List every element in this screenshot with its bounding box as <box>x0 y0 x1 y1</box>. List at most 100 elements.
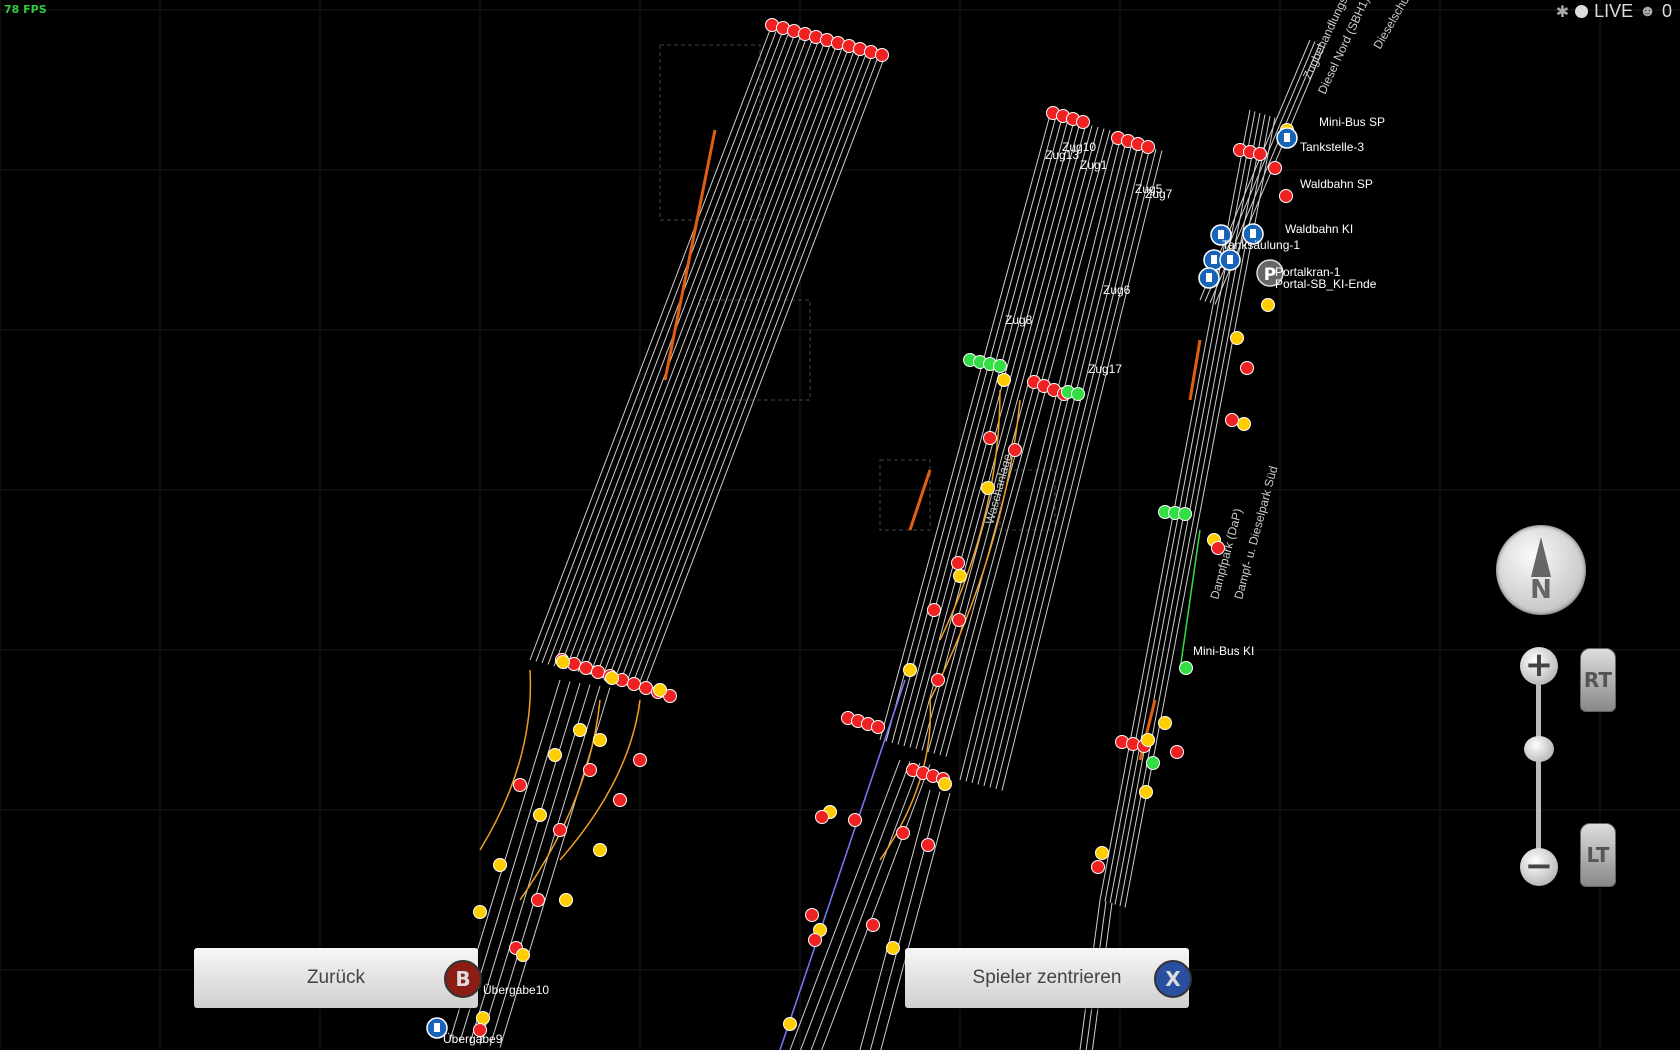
signal-light <box>516 948 530 962</box>
map-label: Zug1 <box>1080 158 1108 172</box>
track <box>553 35 795 667</box>
track <box>927 126 1099 753</box>
signal-light <box>1141 140 1155 154</box>
location-pin-glyph <box>1250 229 1256 238</box>
lt-trigger-icon: LT <box>1580 823 1616 887</box>
location-pin-glyph <box>1206 273 1212 282</box>
track <box>959 139 1121 781</box>
player-count: 0 <box>1661 1 1672 21</box>
x-key-icon: X <box>1154 960 1192 998</box>
rail-map[interactable]: PMini-Bus SPTankstelle-3Waldbahn SPWaldb… <box>0 0 1680 1050</box>
signal-light <box>627 677 641 691</box>
signal-light <box>1225 413 1239 427</box>
map-label: Portal-SB_KI-Ende <box>1275 277 1377 291</box>
track <box>613 50 855 682</box>
map-label: Zug13 <box>1045 148 1079 162</box>
signal-light <box>866 918 880 932</box>
signal-light <box>1146 756 1160 770</box>
route-curve <box>559 699 641 861</box>
signal-light <box>921 838 935 852</box>
back-button-label: Zurück <box>306 967 366 988</box>
signal-light <box>1158 716 1172 730</box>
signal-light <box>1279 189 1293 203</box>
compass-letter: N <box>1530 575 1552 605</box>
signal-light <box>931 673 945 687</box>
track <box>995 148 1157 790</box>
signal-light <box>815 810 829 824</box>
signal-light <box>1139 785 1153 799</box>
signal-light <box>1076 115 1090 129</box>
signal-light <box>993 359 1007 373</box>
signal-light <box>559 893 573 907</box>
zoom-slider-handle[interactable] <box>1524 736 1554 762</box>
signal-light <box>1178 507 1192 521</box>
map-label: Zug6 <box>1103 283 1131 297</box>
track <box>891 117 1063 744</box>
signal-light <box>927 603 941 617</box>
wagon-block <box>659 44 761 221</box>
signal-light <box>896 826 910 840</box>
map-label: Waldbahn SP <box>1300 177 1373 191</box>
map-label: Zug17 <box>1088 362 1122 376</box>
track <box>880 792 951 1050</box>
zoom-in-button[interactable]: + <box>1520 647 1558 685</box>
location-pin-glyph <box>1284 133 1290 142</box>
location-pin-glyph <box>1211 255 1217 264</box>
signal-light <box>871 720 885 734</box>
track <box>559 37 801 668</box>
zoom-out-button[interactable]: − <box>1520 848 1558 886</box>
signal-light <box>805 908 819 922</box>
signal-light <box>1237 417 1251 431</box>
track <box>589 44 831 676</box>
map-label: Übergabe10 <box>483 983 549 997</box>
track <box>529 29 771 661</box>
track <box>800 761 911 1050</box>
track <box>921 125 1093 751</box>
signal-light <box>1240 361 1254 375</box>
map-label: Tanksäulung-1 <box>1222 238 1300 252</box>
signal-light <box>591 665 605 679</box>
route-segment <box>908 469 932 531</box>
signal-light <box>808 933 822 947</box>
signal-light <box>553 823 567 837</box>
signal-light <box>653 683 667 697</box>
route-segment <box>1188 339 1202 401</box>
signal-light <box>573 723 587 737</box>
zoom-slider-track[interactable] <box>1536 670 1541 870</box>
track <box>915 123 1087 750</box>
compass[interactable]: N <box>1496 525 1586 615</box>
back-button[interactable]: Zurück B <box>194 948 482 1008</box>
map-label: Mini-Bus SP <box>1319 115 1385 129</box>
track <box>789 759 901 1050</box>
signal-light <box>593 843 607 857</box>
track <box>643 58 885 689</box>
location-pin-glyph <box>1227 255 1233 264</box>
wagon-block <box>699 299 811 401</box>
map-label: Waldbahn KI <box>1285 222 1353 236</box>
map-label-rotated: Dieselschuppen-1 <box>1370 0 1430 52</box>
compass-needle-icon <box>1531 537 1551 577</box>
track <box>619 52 861 683</box>
signal-light <box>1261 298 1275 312</box>
players-icon: ☻ <box>1639 2 1656 20</box>
signal-light <box>579 661 593 675</box>
map-label: Zug7 <box>1145 187 1173 201</box>
track <box>1001 150 1163 791</box>
signal-light <box>783 1017 797 1031</box>
center-player-button[interactable]: Spieler zentrieren X <box>905 948 1192 1008</box>
track <box>971 142 1133 784</box>
signal-light <box>1141 733 1155 747</box>
signal-light <box>548 748 562 762</box>
track <box>939 129 1111 756</box>
track <box>583 43 825 674</box>
track <box>541 32 783 664</box>
signal-light <box>639 681 653 695</box>
map-label: Zug8 <box>1005 313 1033 327</box>
track <box>547 34 789 665</box>
track <box>1104 111 1256 902</box>
route-curve <box>479 669 532 851</box>
rt-trigger-icon: RT <box>1580 648 1616 712</box>
signal-light <box>1179 661 1193 675</box>
signal-light <box>938 777 952 791</box>
signal-light <box>903 663 917 677</box>
